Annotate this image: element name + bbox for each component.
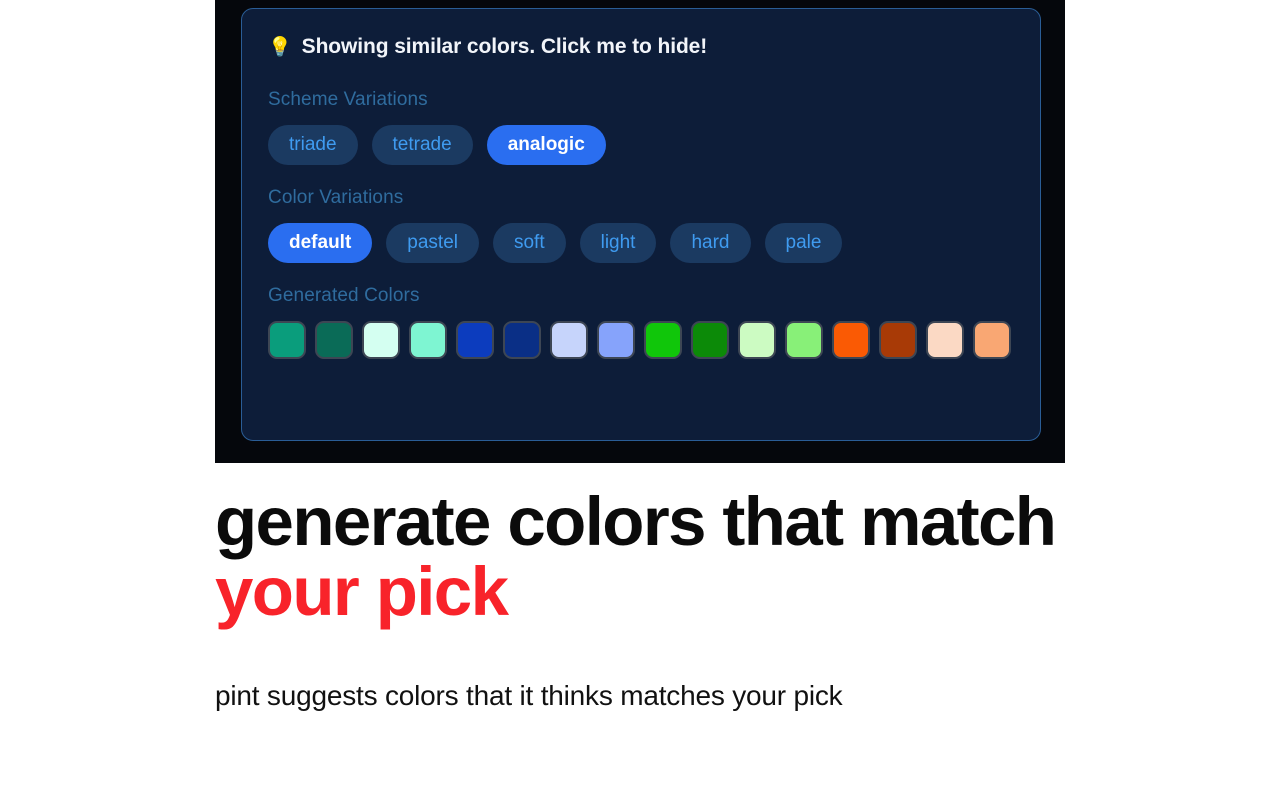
generated-color-swatch[interactable] xyxy=(926,320,964,359)
color-option-soft[interactable]: soft xyxy=(492,222,566,263)
color-option-default[interactable]: default xyxy=(268,222,373,263)
headline-line-1: generate colors that match xyxy=(215,483,1057,560)
generated-color-swatch[interactable] xyxy=(597,320,635,359)
page-title: generate colors that match your pick xyxy=(215,486,1115,631)
generated-color-swatch[interactable] xyxy=(409,320,447,359)
color-option-light[interactable]: light xyxy=(579,222,657,263)
scheme-variations-section: Scheme Variations triade tetrade analogi… xyxy=(268,89,1014,165)
generated-colors-section: Generated Colors xyxy=(268,285,1014,359)
color-option-pale[interactable]: pale xyxy=(764,222,843,263)
color-option-pastel[interactable]: pastel xyxy=(386,222,479,263)
generated-color-swatch[interactable] xyxy=(456,320,494,359)
color-option-hard[interactable]: hard xyxy=(670,222,751,263)
generated-color-swatch[interactable] xyxy=(785,320,823,359)
generated-color-swatch[interactable] xyxy=(268,320,306,359)
generated-color-swatch[interactable] xyxy=(832,320,870,359)
color-variations-section: Color Variations default pastel soft lig… xyxy=(268,187,1014,263)
banner-label: Showing similar colors. Click me to hide… xyxy=(301,35,708,58)
color-variations-label: Color Variations xyxy=(268,186,404,208)
page-subtitle: pint suggests colors that it thinks matc… xyxy=(215,679,843,711)
marketing-copy: generate colors that match your pick pin… xyxy=(215,486,1115,712)
page-root: 💡 Showing similar colors. Click me to hi… xyxy=(0,0,1280,800)
generated-color-swatch[interactable] xyxy=(879,320,917,359)
generated-colors-swatches xyxy=(268,320,1014,359)
scheme-variations-label: Scheme Variations xyxy=(268,89,428,110)
scheme-variations-options: triade tetrade analogic xyxy=(268,125,1014,165)
product-screenshot: 💡 Showing similar colors. Click me to hi… xyxy=(215,0,1065,463)
color-suggestion-panel: 💡 Showing similar colors. Click me to hi… xyxy=(241,8,1041,441)
generated-color-swatch[interactable] xyxy=(550,320,588,359)
similar-colors-banner[interactable]: 💡 Showing similar colors. Click me to hi… xyxy=(268,35,1014,59)
headline-line-2-accent: your pick xyxy=(215,553,509,631)
generated-color-swatch[interactable] xyxy=(973,320,1011,359)
generated-color-swatch[interactable] xyxy=(738,320,776,359)
generated-color-swatch[interactable] xyxy=(362,320,400,359)
generated-colors-label: Generated Colors xyxy=(268,284,420,306)
generated-color-swatch[interactable] xyxy=(503,320,541,359)
generated-color-swatch[interactable] xyxy=(644,320,682,359)
color-variations-options: default pastel soft light hard pale xyxy=(268,222,1014,263)
lightbulb-icon: 💡 xyxy=(268,36,292,58)
scheme-option-triade[interactable]: triade xyxy=(268,125,358,165)
scheme-option-analogic[interactable]: analogic xyxy=(486,125,606,165)
generated-color-swatch[interactable] xyxy=(315,320,353,359)
generated-color-swatch[interactable] xyxy=(691,320,729,359)
scheme-option-tetrade[interactable]: tetrade xyxy=(371,125,473,165)
